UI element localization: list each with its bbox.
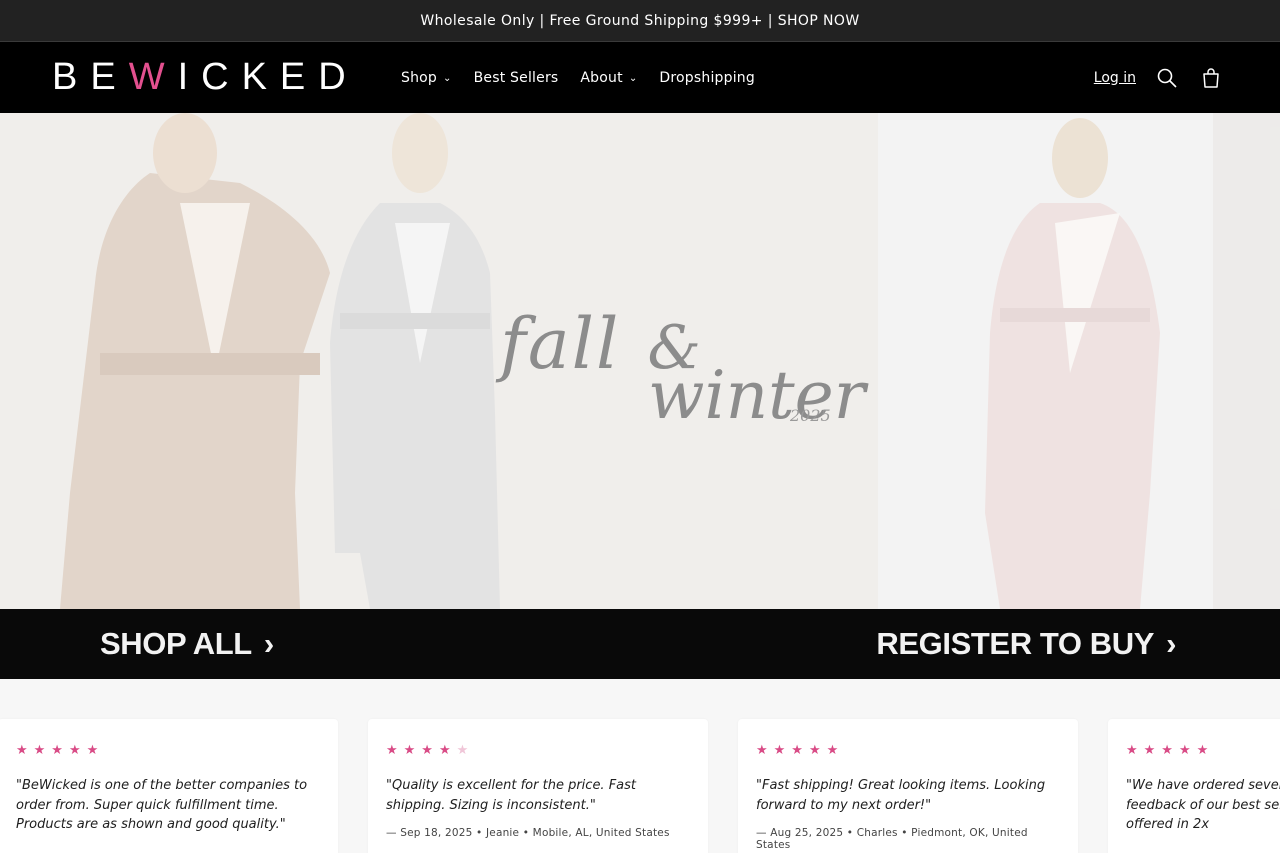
- announcement-bar[interactable]: Wholesale Only | Free Ground Shipping $9…: [0, 0, 1280, 42]
- chevron-down-icon: ⌄: [443, 73, 452, 84]
- review-quote: "Quality is excellent for the price. Fas…: [386, 778, 637, 813]
- reviews-carousel[interactable]: ★★★★★ "BeWicked is one of the better com…: [0, 679, 1280, 853]
- cta-bar: SHOP ALL › REGISTER TO BUY ›: [0, 609, 1280, 679]
- review-card: ★★★★★ "BeWicked is one of the better com…: [0, 719, 338, 853]
- logo-text-accent: W: [128, 56, 178, 98]
- nav-best-sellers[interactable]: Best Sellers: [463, 70, 570, 86]
- review-card: ★★★★★ "Fast shipping! Great looking item…: [738, 719, 1078, 853]
- nav-best-sellers-label: Best Sellers: [473, 69, 559, 86]
- review-quote: "Fast shipping! Great looking items. Loo…: [756, 778, 1046, 813]
- nav-shop[interactable]: Shop ⌄: [390, 70, 463, 86]
- hero-title-line1: fall: [500, 303, 621, 385]
- logo-text-post: ICKED: [177, 56, 359, 98]
- nav-dropshipping-label: Dropshipping: [659, 69, 755, 86]
- nav-about-label: About: [580, 69, 623, 86]
- nav-about[interactable]: About ⌄: [569, 70, 648, 86]
- star-rating: ★★★★★: [1126, 743, 1215, 758]
- shop-all-button[interactable]: SHOP ALL ›: [100, 626, 274, 662]
- login-link[interactable]: Log in: [1094, 70, 1136, 86]
- star-rating: ★★★★★: [756, 743, 845, 758]
- hero-title: fall & winter 2025: [500, 303, 865, 434]
- header-actions: Log in: [1094, 42, 1224, 113]
- review-card: ★★★★★ "We have ordered sever to have gre…: [1108, 719, 1280, 853]
- review-quote: "BeWicked is one of the better companies…: [16, 778, 308, 832]
- chevron-right-icon: ›: [1166, 626, 1176, 661]
- star-rating: ★★★★★: [386, 743, 475, 758]
- review-card: ★★★★★ "Quality is excellent for the pric…: [368, 719, 708, 853]
- announcement-text[interactable]: Wholesale Only | Free Ground Shipping $9…: [420, 13, 859, 29]
- review-quote: "We have ordered sever to have great fee…: [1126, 778, 1280, 832]
- register-label: REGISTER TO BUY: [876, 626, 1155, 661]
- register-to-buy-button[interactable]: REGISTER TO BUY ›: [876, 626, 1176, 662]
- review-meta: — Aug 25, 2025 • Charles • Piedmont, OK,…: [756, 827, 1028, 851]
- chevron-down-icon: ⌄: [628, 73, 638, 84]
- star-rating: ★★★★★: [16, 743, 105, 758]
- nav-dropshipping[interactable]: Dropshipping: [648, 70, 766, 86]
- main-nav: Shop ⌄ Best Sellers About ⌄ Dropshipping: [390, 70, 766, 86]
- hero-banner[interactable]: fall & winter 2025: [0, 113, 1280, 609]
- chevron-right-icon: ›: [263, 626, 274, 661]
- nav-shop-label: Shop: [401, 69, 438, 86]
- hero-year: 2025: [790, 406, 831, 425]
- review-meta: — Sep 18, 2025 • Jeanie • Mobile, AL, Un…: [386, 827, 670, 839]
- site-header: BE W ICKED Shop ⌄ Best Sellers About ⌄ Dro…: [0, 42, 1280, 113]
- hero-title-line2: winter: [648, 357, 866, 434]
- logo-text-pre: BE: [52, 56, 129, 98]
- cart-icon[interactable]: [1198, 65, 1224, 91]
- shop-all-label: SHOP ALL: [100, 626, 252, 661]
- logo[interactable]: BE W ICKED: [52, 56, 350, 99]
- search-icon[interactable]: [1154, 65, 1180, 91]
